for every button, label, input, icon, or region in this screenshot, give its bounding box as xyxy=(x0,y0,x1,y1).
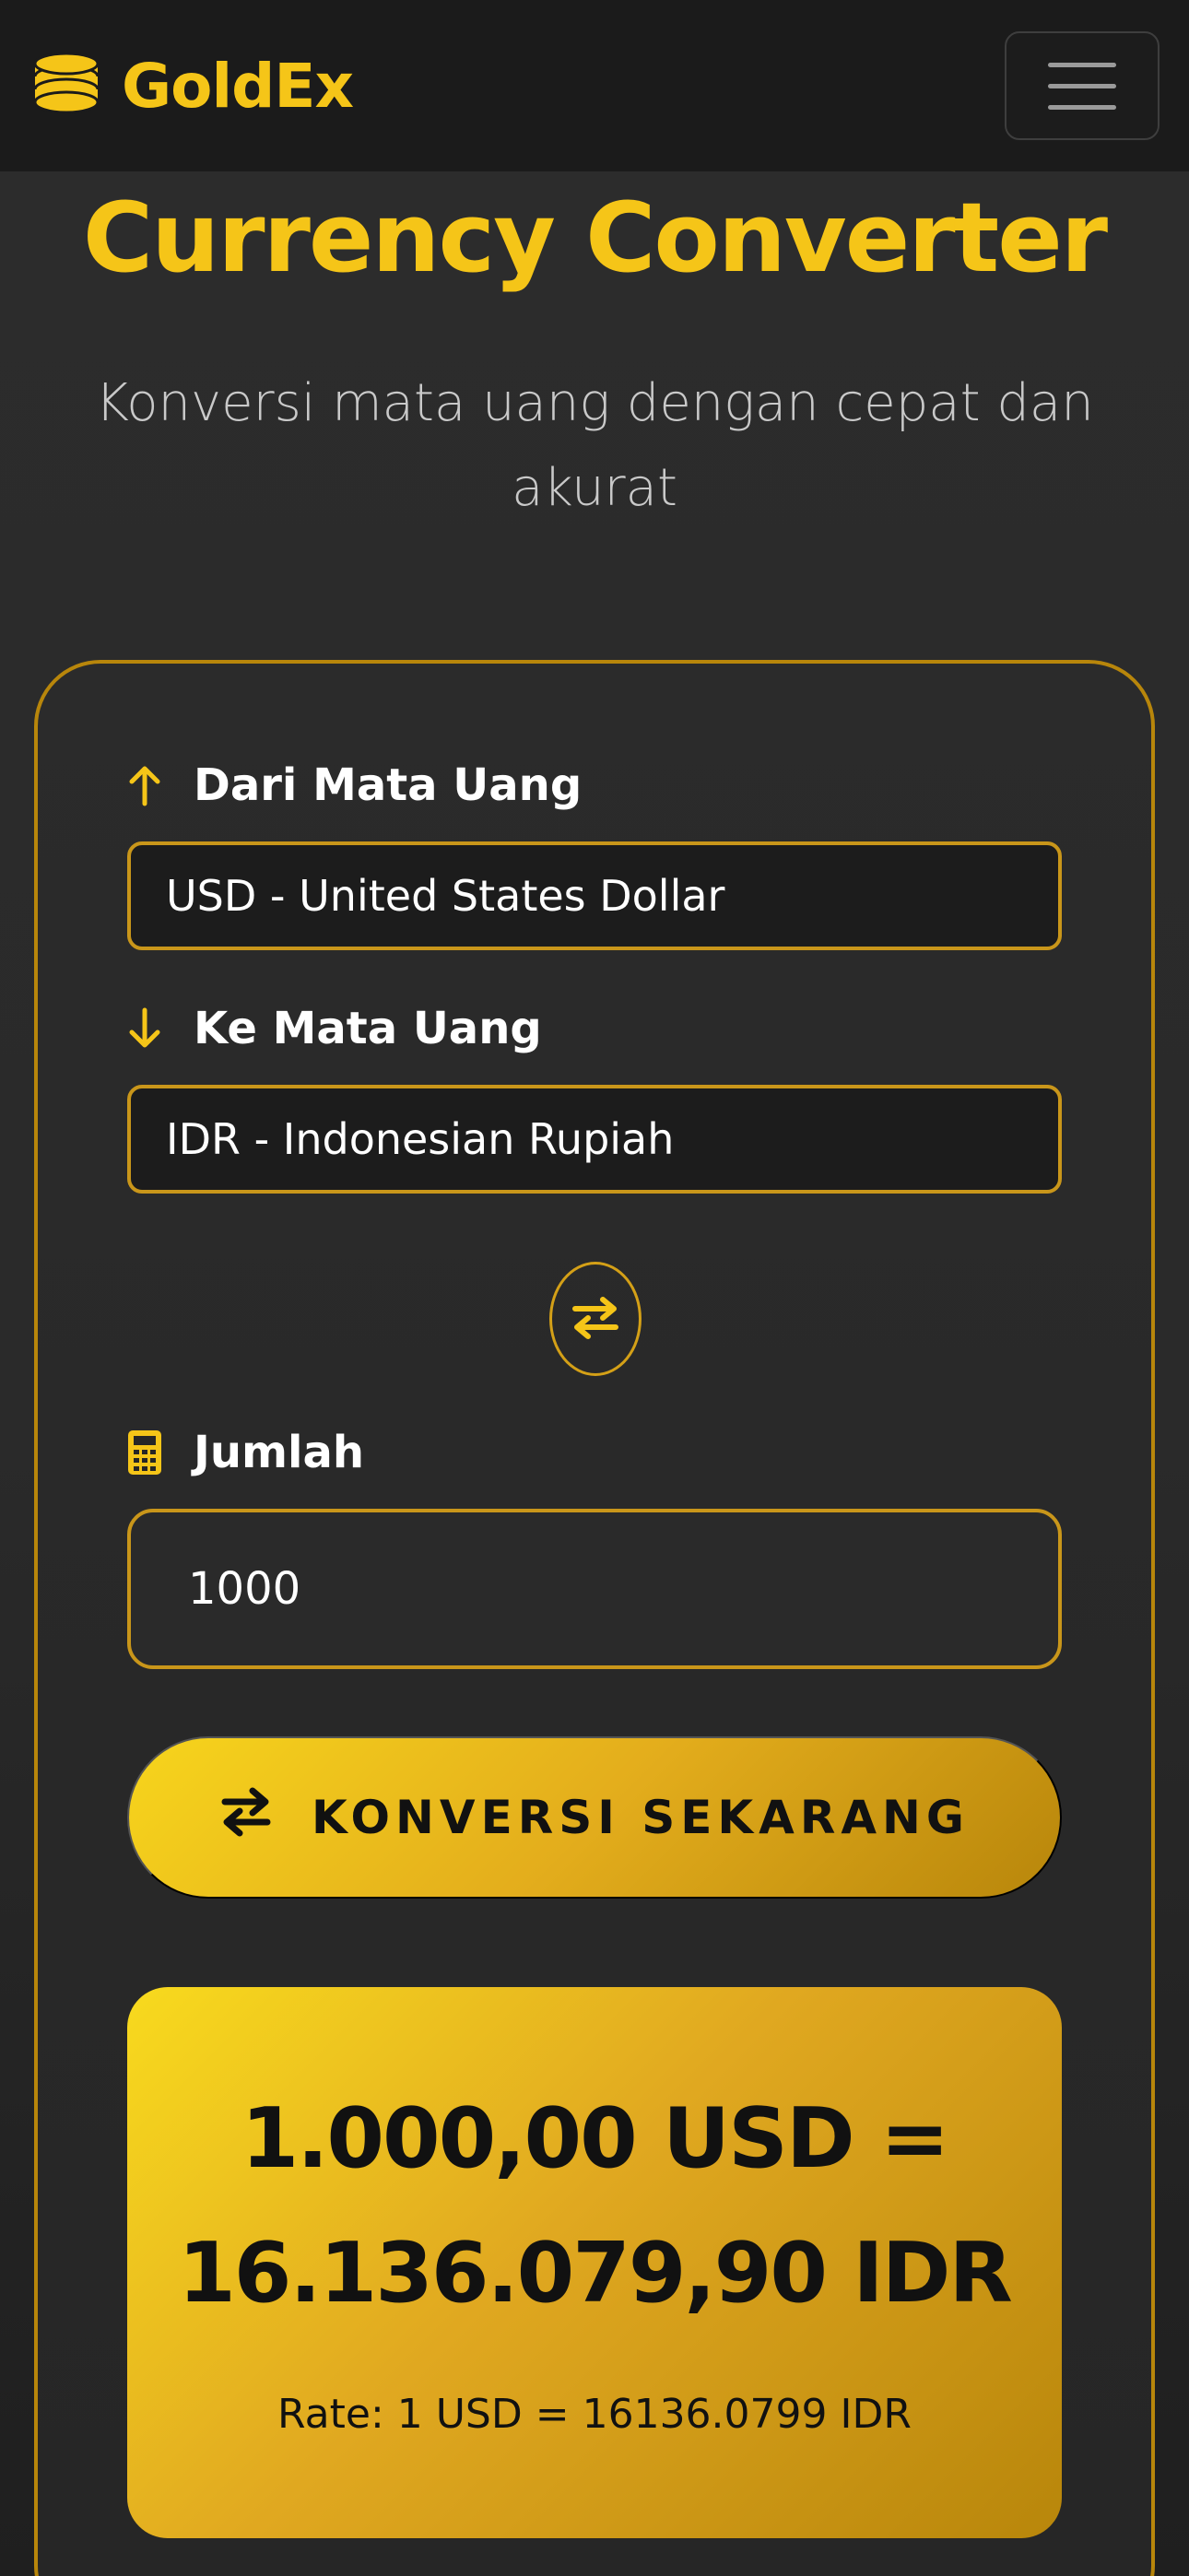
exchange-icon xyxy=(219,1787,273,1848)
to-currency-value: IDR - Indonesian Rupiah xyxy=(166,1114,675,1164)
convert-now-label: KONVERSI SEKARANG xyxy=(312,1791,970,1844)
from-currency-label-text: Dari Mata Uang xyxy=(194,759,583,811)
to-currency-label-text: Ke Mata Uang xyxy=(194,1003,542,1054)
from-currency-value: USD - United States Dollar xyxy=(166,871,725,921)
conversion-result: 1.000,00 USD = 16.136.079,90 IDR Rate: 1… xyxy=(127,1987,1062,2538)
amount-label-text: Jumlah xyxy=(194,1427,365,1478)
hamburger-line xyxy=(1048,104,1116,110)
coins-icon xyxy=(31,51,101,121)
from-currency-select[interactable]: USD - United States Dollar xyxy=(127,841,1062,950)
result-amount-from: 1.000,00 USD = xyxy=(241,2090,950,2187)
result-amount-to: 16.136.079,90 IDR xyxy=(178,2225,1013,2322)
convert-now-button[interactable]: KONVERSI SEKARANG xyxy=(127,1736,1062,1899)
hamburger-menu-button[interactable] xyxy=(1005,31,1160,140)
result-rate: Rate: 1 USD = 16136.0799 IDR xyxy=(277,2391,912,2438)
to-currency-select[interactable]: IDR - Indonesian Rupiah xyxy=(127,1085,1062,1194)
brand-link[interactable]: GoldEx xyxy=(31,50,354,122)
hamburger-menu-icon xyxy=(1048,62,1116,67)
amount-value: 1000 xyxy=(188,1563,301,1615)
from-currency-label: Dari Mata Uang xyxy=(124,758,582,813)
swap-arrows-icon xyxy=(570,1296,621,1343)
hamburger-line xyxy=(1048,83,1116,88)
arrow-up-icon xyxy=(124,761,166,809)
to-currency-label: Ke Mata Uang xyxy=(124,1001,542,1056)
navbar: GoldEx xyxy=(0,0,1189,171)
arrow-down-icon xyxy=(124,1005,166,1053)
page-subtitle: Konversi mata uang dengan cepat dan akur… xyxy=(95,373,1094,518)
page-title: Currency Converter xyxy=(82,182,1108,294)
amount-label: Jumlah xyxy=(124,1425,364,1480)
brand-name: GoldEx xyxy=(122,50,354,122)
calculator-icon xyxy=(124,1429,166,1476)
swap-currencies-button[interactable] xyxy=(549,1262,642,1376)
amount-input[interactable]: 1000 xyxy=(127,1509,1062,1669)
